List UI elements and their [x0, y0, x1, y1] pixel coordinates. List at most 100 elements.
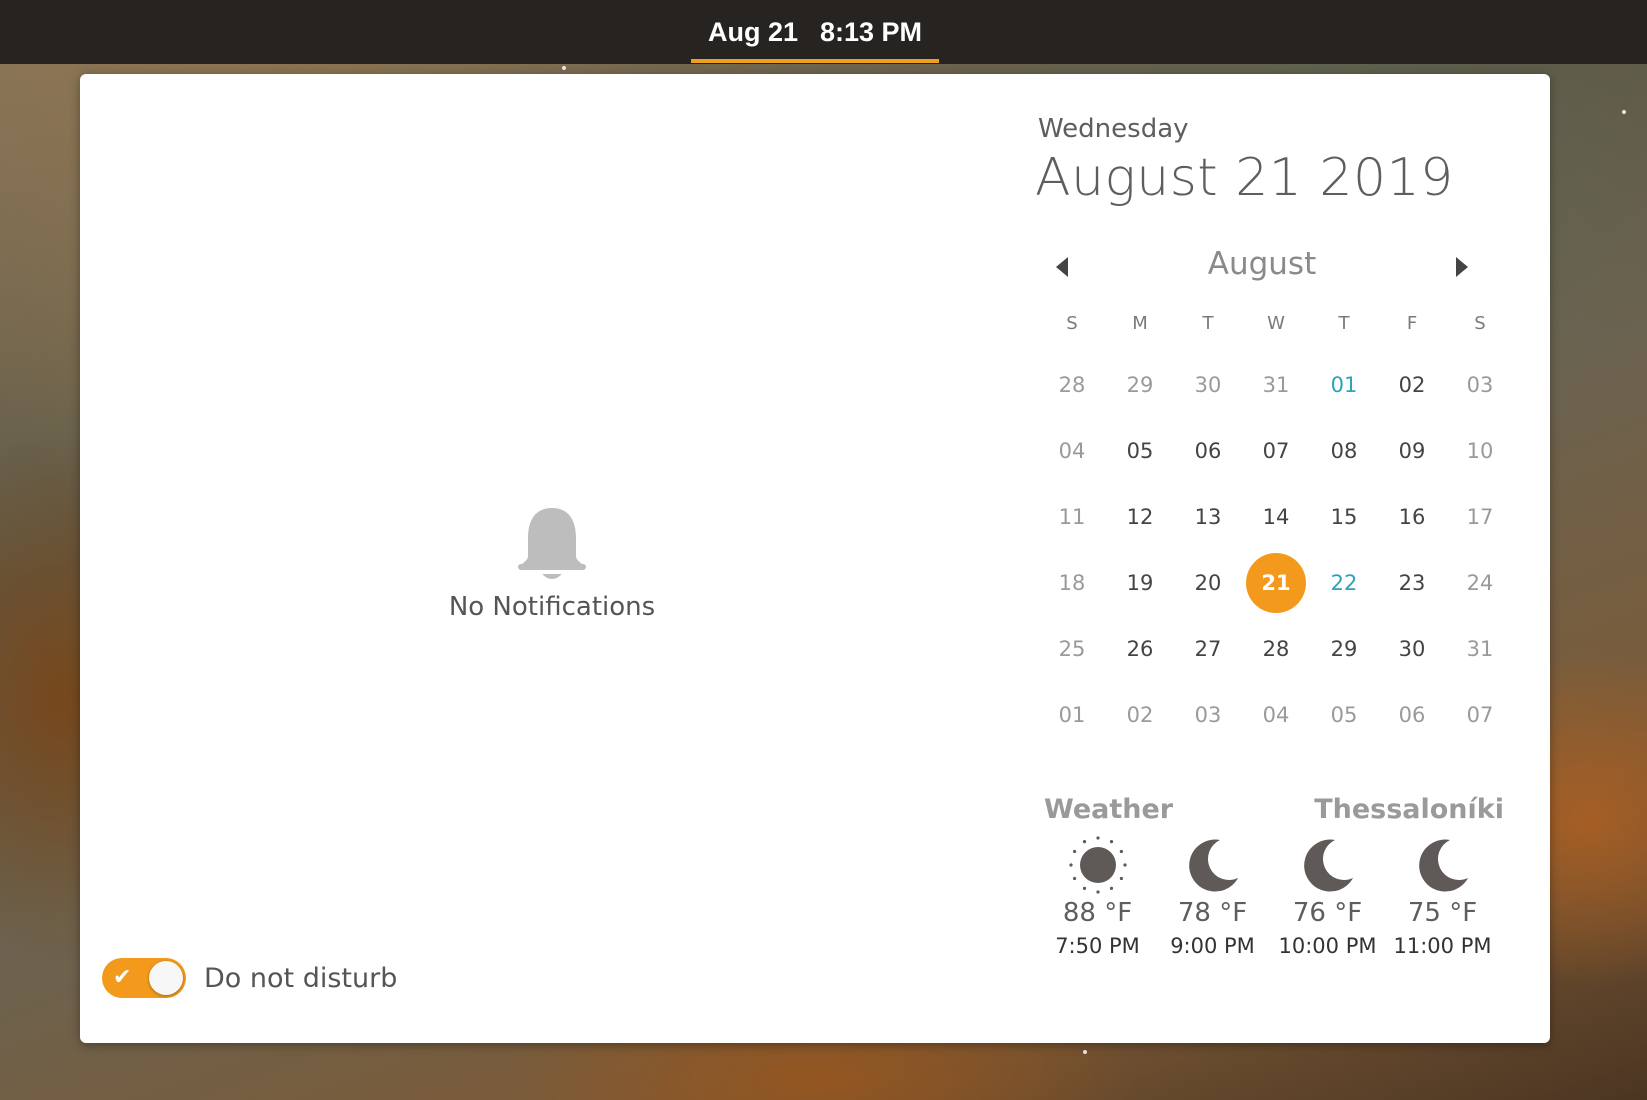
calendar-day[interactable]: 08 [1310, 418, 1378, 484]
calendar-week-row: 25 26 27 28 29 30 31 [1038, 616, 1514, 682]
bell-icon [518, 508, 586, 579]
calendar-weeks: 28 29 30 31 01 02 03 04 05 06 07 08 09 10 11 12 13 14 15 16… [1038, 352, 1514, 748]
forecast-temperature: 88 °F [1062, 898, 1133, 928]
calendar-day[interactable]: 25 [1038, 616, 1106, 682]
calendar-day[interactable]: 09 [1378, 418, 1446, 484]
calendar-day[interactable]: 06 [1174, 418, 1242, 484]
calendar-day[interactable]: 27 [1174, 616, 1242, 682]
calendar-day[interactable]: 01 [1310, 352, 1378, 418]
calendar-day[interactable]: 10 [1446, 418, 1514, 484]
calendar-day-number: 06 [1194, 439, 1222, 463]
panel-clock-date: Aug 21 [707, 16, 798, 47]
calendar-day[interactable]: 28 [1038, 352, 1106, 418]
calendar-day[interactable]: 29 [1106, 352, 1174, 418]
calendar-day-number: 21 [1246, 553, 1306, 613]
calendar-day[interactable]: 30 [1174, 352, 1242, 418]
forecast-item: 76 °F 10:00 PM [1270, 834, 1385, 958]
calendar-day[interactable]: 04 [1038, 418, 1106, 484]
calendar-day[interactable]: 15 [1310, 484, 1378, 550]
day-of-week-label: T [1338, 313, 1350, 334]
calendar-day[interactable]: 03 [1174, 682, 1242, 748]
calendar-day-number: 04 [1058, 439, 1086, 463]
calendar-day-number: 23 [1398, 571, 1426, 595]
calendar-day-number: 13 [1194, 505, 1222, 529]
calendar-day[interactable]: 22 [1310, 550, 1378, 616]
calendar-week-row: 04 05 06 07 08 09 10 [1038, 418, 1514, 484]
calendar-day-number: 01 [1330, 373, 1358, 397]
no-notifications-label: No Notifications [448, 592, 656, 622]
calendar-day[interactable]: 29 [1310, 616, 1378, 682]
calendar-day[interactable]: 13 [1174, 484, 1242, 550]
notifications-empty-state: No Notifications [432, 504, 672, 622]
calendar-day-number: 16 [1398, 505, 1426, 529]
calendar-day[interactable]: 05 [1106, 418, 1174, 484]
toggle-knob [149, 961, 183, 995]
datetime-popover: No Notifications ✔ Do not disturb Wednes… [80, 74, 1550, 1043]
calendar-day[interactable]: 05 [1310, 682, 1378, 748]
calendar-day-number: 09 [1398, 439, 1426, 463]
calendar-day[interactable]: 24 [1446, 550, 1514, 616]
calendar-day-number: 30 [1398, 637, 1426, 661]
forecast-time: 9:00 PM [1170, 934, 1255, 958]
calendar-day[interactable]: 07 [1242, 418, 1310, 484]
calendar-day[interactable]: 03 [1446, 352, 1514, 418]
calendar-day[interactable]: 18 [1038, 550, 1106, 616]
calendar-month-label: August [1207, 246, 1317, 282]
full-date-label: August 21 2019 [1035, 148, 1454, 208]
do-not-disturb-label: Do not disturb [204, 962, 398, 994]
top-panel: Aug 21 8:13 PM [0, 0, 1647, 64]
do-not-disturb-toggle[interactable]: ✔ [102, 958, 186, 998]
calendar-day[interactable]: 17 [1446, 484, 1514, 550]
calendar-day-number: 07 [1466, 703, 1494, 727]
day-of-week-label: W [1267, 313, 1285, 334]
calendar-day[interactable]: 02 [1106, 682, 1174, 748]
calendar-week-row: 01 02 03 04 05 06 07 [1038, 682, 1514, 748]
panel-clock-button[interactable]: Aug 21 8:13 PM [691, 0, 939, 64]
calendar-day-number: 31 [1466, 637, 1494, 661]
background-star [562, 66, 566, 70]
calendar-day[interactable]: 28 [1242, 616, 1310, 682]
calendar-day-number: 18 [1058, 571, 1086, 595]
calendar-day-number: 08 [1330, 439, 1358, 463]
chevron-right-icon[interactable] [1444, 250, 1478, 284]
panel-active-indicator [691, 59, 939, 63]
calendar-day[interactable]: 02 [1378, 352, 1446, 418]
calendar-week-row: 18 19 20 21 22 23 24 [1038, 550, 1514, 616]
calendar-day[interactable]: 20 [1174, 550, 1242, 616]
calendar-day[interactable]: 07 [1446, 682, 1514, 748]
calendar-day[interactable]: 14 [1242, 484, 1310, 550]
calendar-day[interactable]: 04 [1242, 682, 1310, 748]
calendar-day[interactable]: 30 [1378, 616, 1446, 682]
calendar-day[interactable]: 31 [1242, 352, 1310, 418]
background-star [1622, 110, 1626, 114]
calendar-day-number: 01 [1058, 703, 1086, 727]
calendar-grid: S M T W T F S 28 29 30 31 01 02 03 04 05 06 07 08 09 10 11 12… [1038, 304, 1514, 748]
calendar-day[interactable]: 06 [1378, 682, 1446, 748]
calendar-day[interactable]: 19 [1106, 550, 1174, 616]
do-not-disturb-row: ✔ Do not disturb [102, 958, 397, 998]
calendar-day[interactable]: 01 [1038, 682, 1106, 748]
calendar-day-number: 11 [1058, 505, 1086, 529]
calendar-day[interactable]: 12 [1106, 484, 1174, 550]
weather-city: Thessaloníki [1314, 794, 1504, 825]
calendar-day[interactable]: 23 [1378, 550, 1446, 616]
calendar-day-number: 27 [1194, 637, 1222, 661]
calendar-day-number: 29 [1330, 637, 1358, 661]
calendar-day[interactable]: 26 [1106, 616, 1174, 682]
calendar-day-today[interactable]: 21 [1242, 550, 1310, 616]
calendar-week-row: 11 12 13 14 15 16 17 [1038, 484, 1514, 550]
forecast-temperature: 75 °F [1407, 898, 1478, 928]
calendar-day[interactable]: 31 [1446, 616, 1514, 682]
moon-icon [1418, 839, 1468, 892]
calendar-day-number: 04 [1262, 703, 1290, 727]
calendar-day-number: 25 [1058, 637, 1086, 661]
calendar-day[interactable]: 11 [1038, 484, 1106, 550]
calendar-day[interactable]: 16 [1378, 484, 1446, 550]
moon-icon [1303, 839, 1353, 892]
calendar-day-number: 17 [1466, 505, 1494, 529]
forecast-temperature: 76 °F [1292, 898, 1363, 928]
calendar-week-row: 28 29 30 31 01 02 03 [1038, 352, 1514, 418]
weather-forecast[interactable]: 88 °F 7:50 PM 78 °F 9:00 PM 76 °F 10:00 PM 75 … [1040, 834, 1500, 958]
calendar-day-number: 12 [1126, 505, 1154, 529]
day-of-week-label: S [1066, 313, 1078, 334]
